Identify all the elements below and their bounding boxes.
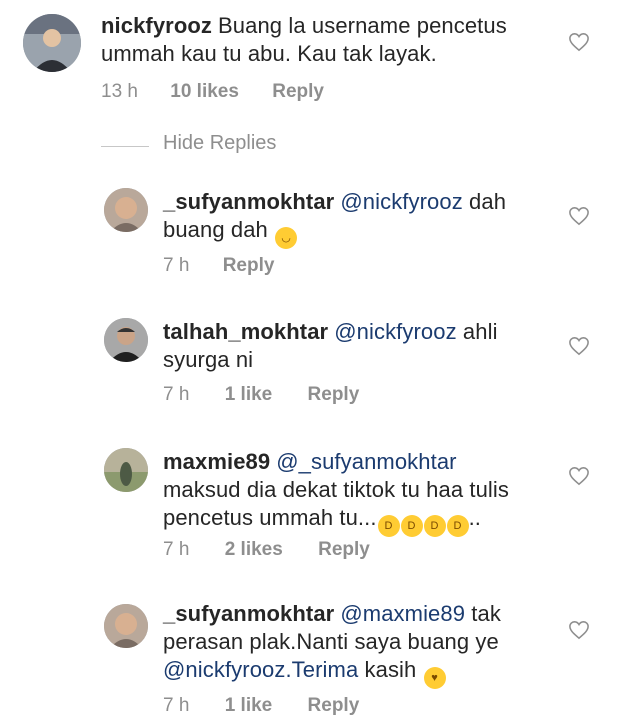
timestamp: 7 h [163, 384, 190, 405]
grinning-sweat-face-icon: D [400, 515, 423, 537]
comment-nickfyrooz: nickfyrooz Buang la username pencetus umm… [0, 0, 622, 110]
heart-outline-icon[interactable] [568, 336, 590, 356]
like-count[interactable]: 1 like [225, 695, 273, 717]
comment-text: dah [469, 189, 507, 214]
reply-button[interactable]: Reply [223, 255, 275, 277]
mention-link[interactable]: @_sufyanmokhtar [276, 449, 456, 474]
reply-sufyanmokhtar-1: _sufyanmokhtar @nickfyrooz dah buang dah … [0, 180, 622, 280]
like-count[interactable]: 2 likes [225, 539, 283, 561]
timestamp: 7 h [163, 255, 190, 276]
avatar[interactable] [23, 14, 81, 72]
comment-text: .. [468, 505, 481, 530]
reply-talhah-mokhtar: talhah_mokhtar @nickfyrooz ahli syurga ni… [0, 310, 622, 410]
timestamp: 7 h [163, 539, 190, 560]
reply-button[interactable]: Reply [308, 384, 360, 406]
comment-text: Buang la username pencetus [218, 13, 507, 38]
avatar[interactable] [104, 448, 148, 492]
reply-maxmie89: maxmie89 @_sufyanmokhtar maksud dia dekat… [0, 440, 622, 570]
comment-text: pencetus ummah tu... [163, 505, 377, 530]
avatar[interactable] [104, 318, 148, 362]
smiling-face-icon: ◡ [275, 227, 298, 249]
like-count[interactable]: 1 like [225, 384, 273, 406]
comment-text: ahli [462, 319, 498, 344]
username[interactable]: _sufyanmokhtar [163, 189, 334, 214]
reply-button[interactable]: Reply [308, 695, 360, 717]
mention-link[interactable]: @nickfyrooz.Terima [163, 657, 358, 682]
smiling-face-with-hearts-icon: ♥ [423, 667, 446, 689]
reply-sufyanmokhtar-2: _sufyanmokhtar @maxmie89 tak perasan plak… [0, 598, 622, 726]
comment-text: maksud dia dekat tiktok tu haa tulis [163, 477, 510, 502]
username[interactable]: nickfyrooz [101, 13, 212, 38]
avatar[interactable] [104, 604, 148, 648]
heart-outline-icon[interactable] [568, 620, 590, 640]
reply-button[interactable]: Reply [318, 539, 370, 561]
comment-text: ummah kau tu abu. Kau tak layak. [101, 41, 437, 66]
mention-link[interactable]: @nickfyrooz [334, 319, 456, 344]
username[interactable]: _sufyanmokhtar [163, 601, 334, 626]
mention-link[interactable]: @nickfyrooz [340, 189, 462, 214]
like-count[interactable]: 10 likes [170, 81, 239, 103]
rolling-laughing-face-icon: D [423, 515, 446, 537]
grinning-sweat-face-icon: D [446, 515, 469, 537]
heart-outline-icon[interactable] [568, 466, 590, 486]
avatar[interactable] [104, 188, 148, 232]
divider [101, 146, 149, 147]
timestamp: 13 h [101, 81, 138, 102]
reply-button[interactable]: Reply [272, 81, 324, 103]
mention-link[interactable]: @maxmie89 [340, 601, 465, 626]
heart-outline-icon[interactable] [568, 206, 590, 226]
comment-text: kasih [364, 657, 417, 682]
hide-replies-label[interactable]: Hide Replies [163, 132, 276, 155]
comment-text: syurga ni [163, 347, 254, 372]
comment-text: tak [471, 601, 501, 626]
heart-outline-icon[interactable] [568, 32, 590, 52]
timestamp: 7 h [163, 695, 190, 716]
rolling-laughing-face-icon: D [377, 515, 400, 537]
comment-text: perasan plak.Nanti saya buang ye [163, 629, 499, 654]
comment-text: buang dah [163, 217, 268, 242]
username[interactable]: maxmie89 [163, 449, 270, 474]
username[interactable]: talhah_mokhtar [163, 319, 328, 344]
